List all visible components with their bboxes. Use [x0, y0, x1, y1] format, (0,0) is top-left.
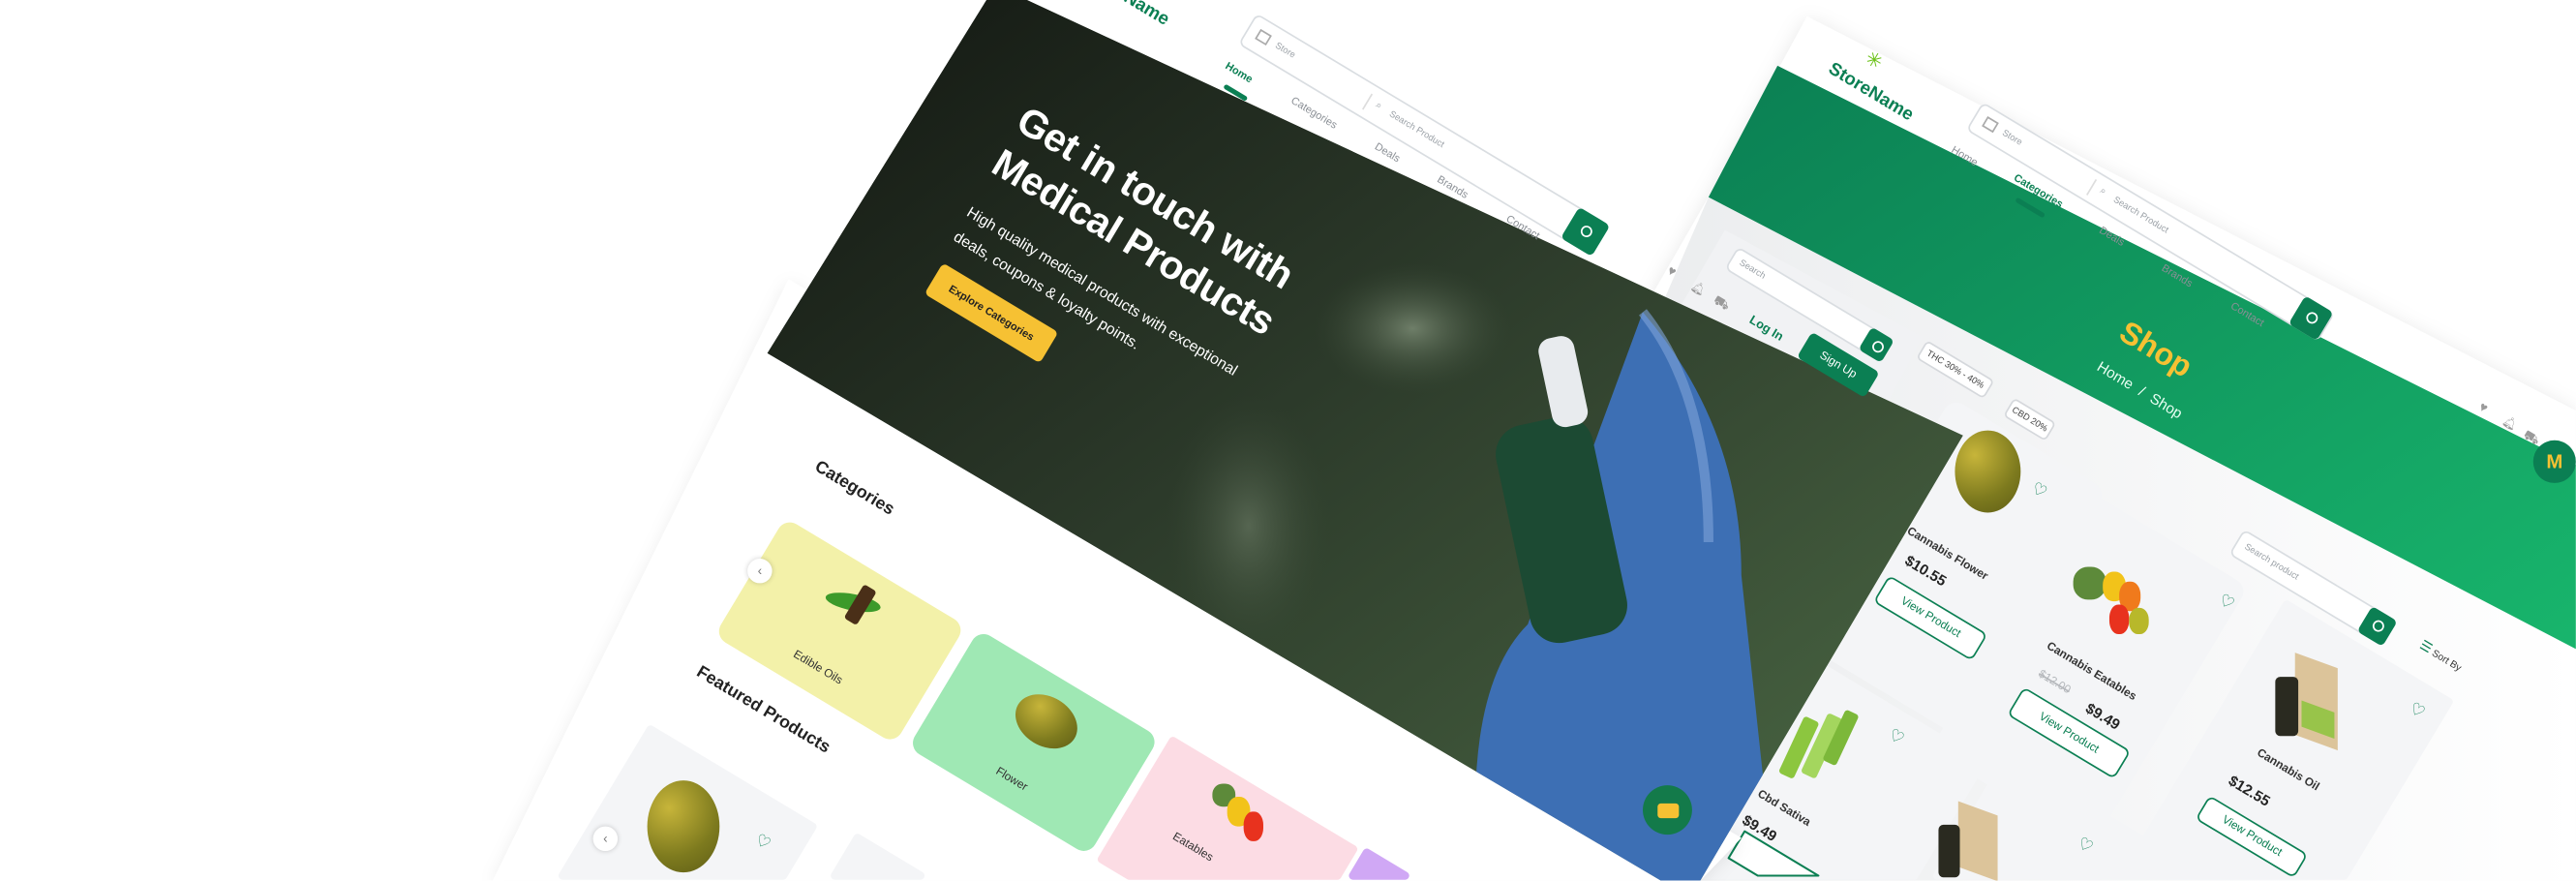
- search-icon: ⌕: [1373, 101, 1383, 112]
- chat-bubble-icon: [1656, 802, 1679, 818]
- product-image-flower: [647, 780, 720, 873]
- left-screen-background: [493, 0, 1963, 881]
- flower-image: [1005, 683, 1088, 760]
- featured-prev-arrow[interactable]: ‹: [592, 826, 619, 852]
- left-store-select[interactable]: Store: [1273, 42, 1296, 61]
- mockup-stage: ✳ StoreName Store ⌕ Search Product Home …: [0, 0, 2576, 881]
- store-icon: [1255, 28, 1272, 46]
- divider: [1361, 93, 1374, 110]
- gummy-image: [1243, 811, 1263, 841]
- chat-button[interactable]: [1643, 785, 1692, 835]
- categories-prev-arrow[interactable]: ‹: [747, 558, 773, 584]
